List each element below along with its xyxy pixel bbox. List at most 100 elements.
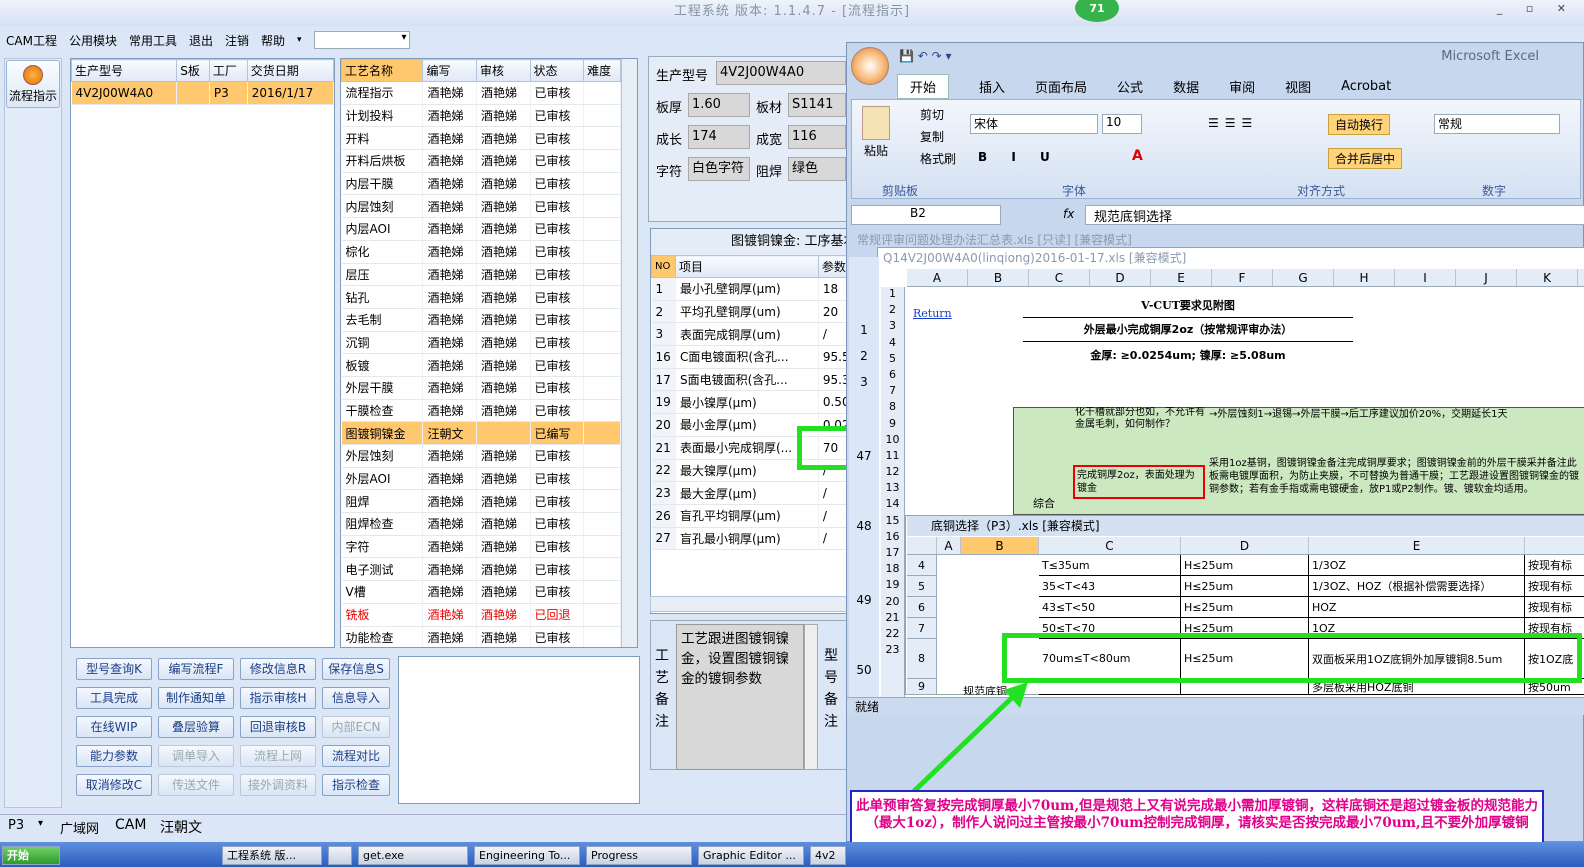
table-row[interactable]: 阻焊 酒艳娣 酒艳娣 已审核 xyxy=(341,489,621,514)
table-row[interactable]: 2 平均孔壁铜厚(um) 20 xyxy=(651,300,849,324)
action-button[interactable]: 内部ECN xyxy=(322,716,390,738)
table-row[interactable]: 流程指示 酒艳娣 酒艳娣 已审核 xyxy=(341,81,621,105)
action-button[interactable]: 取消修改C xyxy=(76,774,152,796)
name-box[interactable]: B2 xyxy=(851,205,1001,225)
cut-button[interactable]: 剪切 xyxy=(920,106,944,123)
action-button[interactable]: 在线WIP xyxy=(76,716,152,738)
font-color-icon[interactable]: A xyxy=(1132,148,1143,164)
table-row[interactable]: 27 盲孔最小铜厚(μm) / xyxy=(651,527,849,551)
factory-selector[interactable]: P3 xyxy=(8,818,24,833)
model-field[interactable]: 4V2J00W4A0 xyxy=(716,61,846,85)
table-row[interactable]: 开料后烘板 酒艳娣 酒艳娣 已审核 xyxy=(341,149,621,173)
row-number[interactable]: 22 xyxy=(881,627,904,643)
process-scrollbar[interactable] xyxy=(621,59,637,647)
row-number[interactable]: 12 xyxy=(881,465,904,481)
row-number[interactable]: 1 xyxy=(849,323,879,337)
row-number[interactable]: 2 xyxy=(881,303,904,319)
formula-input[interactable]: 规范底铜选择 xyxy=(1085,205,1584,225)
row-number[interactable]: 2 xyxy=(849,349,879,363)
column-header[interactable]: C xyxy=(1039,537,1181,554)
row-number[interactable]: 8 xyxy=(881,400,904,416)
tab-view[interactable]: 视图 xyxy=(1285,77,1311,96)
thickness-field[interactable]: 1.60 xyxy=(688,93,750,117)
row-number[interactable]: 7 xyxy=(881,384,904,400)
column-header[interactable]: B xyxy=(961,537,1039,554)
action-button[interactable]: 指示检查 xyxy=(322,774,390,796)
table-row[interactable]: 内层干膜 酒艳娣 酒艳娣 已审核 xyxy=(341,172,621,196)
table-row[interactable]: 图镀铜镍金 汪朝文 已编写 xyxy=(341,421,621,445)
table-row[interactable]: 沉铜 酒艳娣 酒艳娣 已审核 xyxy=(341,331,621,355)
row-number[interactable]: 18 xyxy=(881,562,904,578)
tab-insert[interactable]: 插入 xyxy=(979,77,1005,96)
row-number[interactable]: 13 xyxy=(881,481,904,497)
taskbar-item[interactable]: 4v2 xyxy=(810,846,846,865)
row-number[interactable]: 15 xyxy=(881,514,904,530)
return-link[interactable]: Return xyxy=(913,307,952,320)
font-name-select[interactable]: 宋体 xyxy=(970,114,1098,134)
length-field[interactable]: 174 xyxy=(688,125,750,149)
row-number[interactable]: 1 xyxy=(881,287,904,303)
tab-review[interactable]: 审阅 xyxy=(1229,77,1255,96)
column-header[interactable]: D xyxy=(1090,269,1151,286)
table-row[interactable]: 16 C面电镀面积(含孔... 95.5 xyxy=(651,345,849,369)
remarks-scrollbar[interactable] xyxy=(804,624,818,770)
table-row[interactable]: 计划投料 酒艳娣 酒艳娣 已审核 xyxy=(341,104,621,128)
table-row[interactable]: 5 35<T<43 H≤25um 1/3OZ、HOZ（根据补偿需要选择） 按现有标 xyxy=(907,576,1584,597)
table-row[interactable]: 23 最大金厚(μm) / xyxy=(651,481,849,505)
align-icons[interactable]: ☰☰☰ xyxy=(1208,116,1258,130)
column-header[interactable]: A xyxy=(937,537,961,554)
menu-common-module[interactable]: 公用模块 xyxy=(69,32,117,49)
column-header[interactable]: D xyxy=(1181,537,1309,554)
copy-button[interactable]: 复制 xyxy=(920,128,944,145)
row-number[interactable]: 47 xyxy=(849,449,879,463)
column-header[interactable]: F xyxy=(1212,269,1273,286)
action-button[interactable]: 流程上网 xyxy=(240,745,316,767)
row-number[interactable]: 3 xyxy=(881,319,904,335)
table-row[interactable]: V槽 酒艳娣 酒艳娣 已审核 xyxy=(341,580,621,604)
col-header[interactable]: 编写 xyxy=(422,59,478,82)
taskbar-item[interactable]: Graphic Editor ... xyxy=(698,846,804,865)
table-row[interactable]: 功能检查 酒艳娣 酒艳娣 已审核 xyxy=(341,626,621,647)
column-header[interactable]: I xyxy=(1395,269,1456,286)
action-button[interactable]: 保存信息S xyxy=(322,658,390,680)
row-number[interactable]: 4 xyxy=(881,336,904,352)
table-row[interactable]: 外层干膜 酒艳娣 酒艳娣 已审核 xyxy=(341,376,621,400)
column-header[interactable]: E xyxy=(1309,537,1525,554)
table-row[interactable]: 电子测试 酒艳娣 酒艳娣 已审核 xyxy=(341,557,621,582)
tab-acrobat[interactable]: Acrobat xyxy=(1341,79,1391,94)
table-row[interactable]: 26 盲孔平均铜厚(μm) / xyxy=(651,504,849,528)
doc-window-3-title[interactable]: 底铜选择（P3）.xls [兼容模式] xyxy=(907,516,1584,536)
table-row[interactable]: 外层蚀刻 酒艳娣 酒艳娣 已审核 xyxy=(341,444,621,468)
row-number[interactable]: 11 xyxy=(881,449,904,465)
row-number[interactable]: 48 xyxy=(849,519,879,533)
col-header[interactable]: NO xyxy=(651,255,676,278)
col-header[interactable]: 项目 xyxy=(675,255,819,278)
col-header[interactable]: 工厂 xyxy=(208,59,248,82)
column-header[interactable]: C xyxy=(1029,269,1090,286)
row-number[interactable]: 16 xyxy=(881,530,904,546)
row-number[interactable]: 10 xyxy=(881,433,904,449)
col-header[interactable]: 工艺名称 xyxy=(341,59,424,82)
action-button[interactable]: 工具完成 xyxy=(76,687,152,709)
remarks-text[interactable]: 工艺跟进图镀铜镍金，设置图镀铜镍金的镀铜参数 xyxy=(676,624,804,770)
mask-field[interactable]: 绿色 xyxy=(788,157,846,181)
action-button[interactable]: 接外调资料 xyxy=(240,774,316,796)
action-button[interactable]: 信息导入 xyxy=(322,687,390,709)
col-header[interactable]: 生产型号 xyxy=(70,59,178,82)
char-field[interactable]: 白色字符 xyxy=(688,157,750,181)
row-number[interactable]: 6 xyxy=(881,368,904,384)
col-header[interactable]: 状态 xyxy=(529,59,585,82)
table-row[interactable]: 内层蚀刻 酒艳娣 酒艳娣 已审核 xyxy=(341,194,621,219)
table-row[interactable]: 字符 酒艳娣 酒艳娣 已审核 xyxy=(341,535,621,559)
select-all[interactable] xyxy=(907,537,937,554)
table-row[interactable]: 4V2J00W4A0 P3 2016/1/17 xyxy=(71,81,335,105)
taskbar-item[interactable]: Progress xyxy=(586,846,692,865)
row-number[interactable]: 23 xyxy=(881,643,904,659)
wrap-text-button[interactable]: 自动换行 xyxy=(1328,114,1391,135)
column-header[interactable]: G xyxy=(1273,269,1334,286)
doc-window-2-title[interactable]: Q14V2J00W4A0(linqiong)2016-01-17.xls [兼容… xyxy=(883,249,1186,266)
row-number[interactable]: 9 xyxy=(881,417,904,433)
table-row[interactable]: 19 最小镍厚(μm) 0.50 xyxy=(651,390,849,415)
column-header[interactable]: J xyxy=(1456,269,1517,286)
action-button[interactable]: 流程对比 xyxy=(322,745,390,767)
